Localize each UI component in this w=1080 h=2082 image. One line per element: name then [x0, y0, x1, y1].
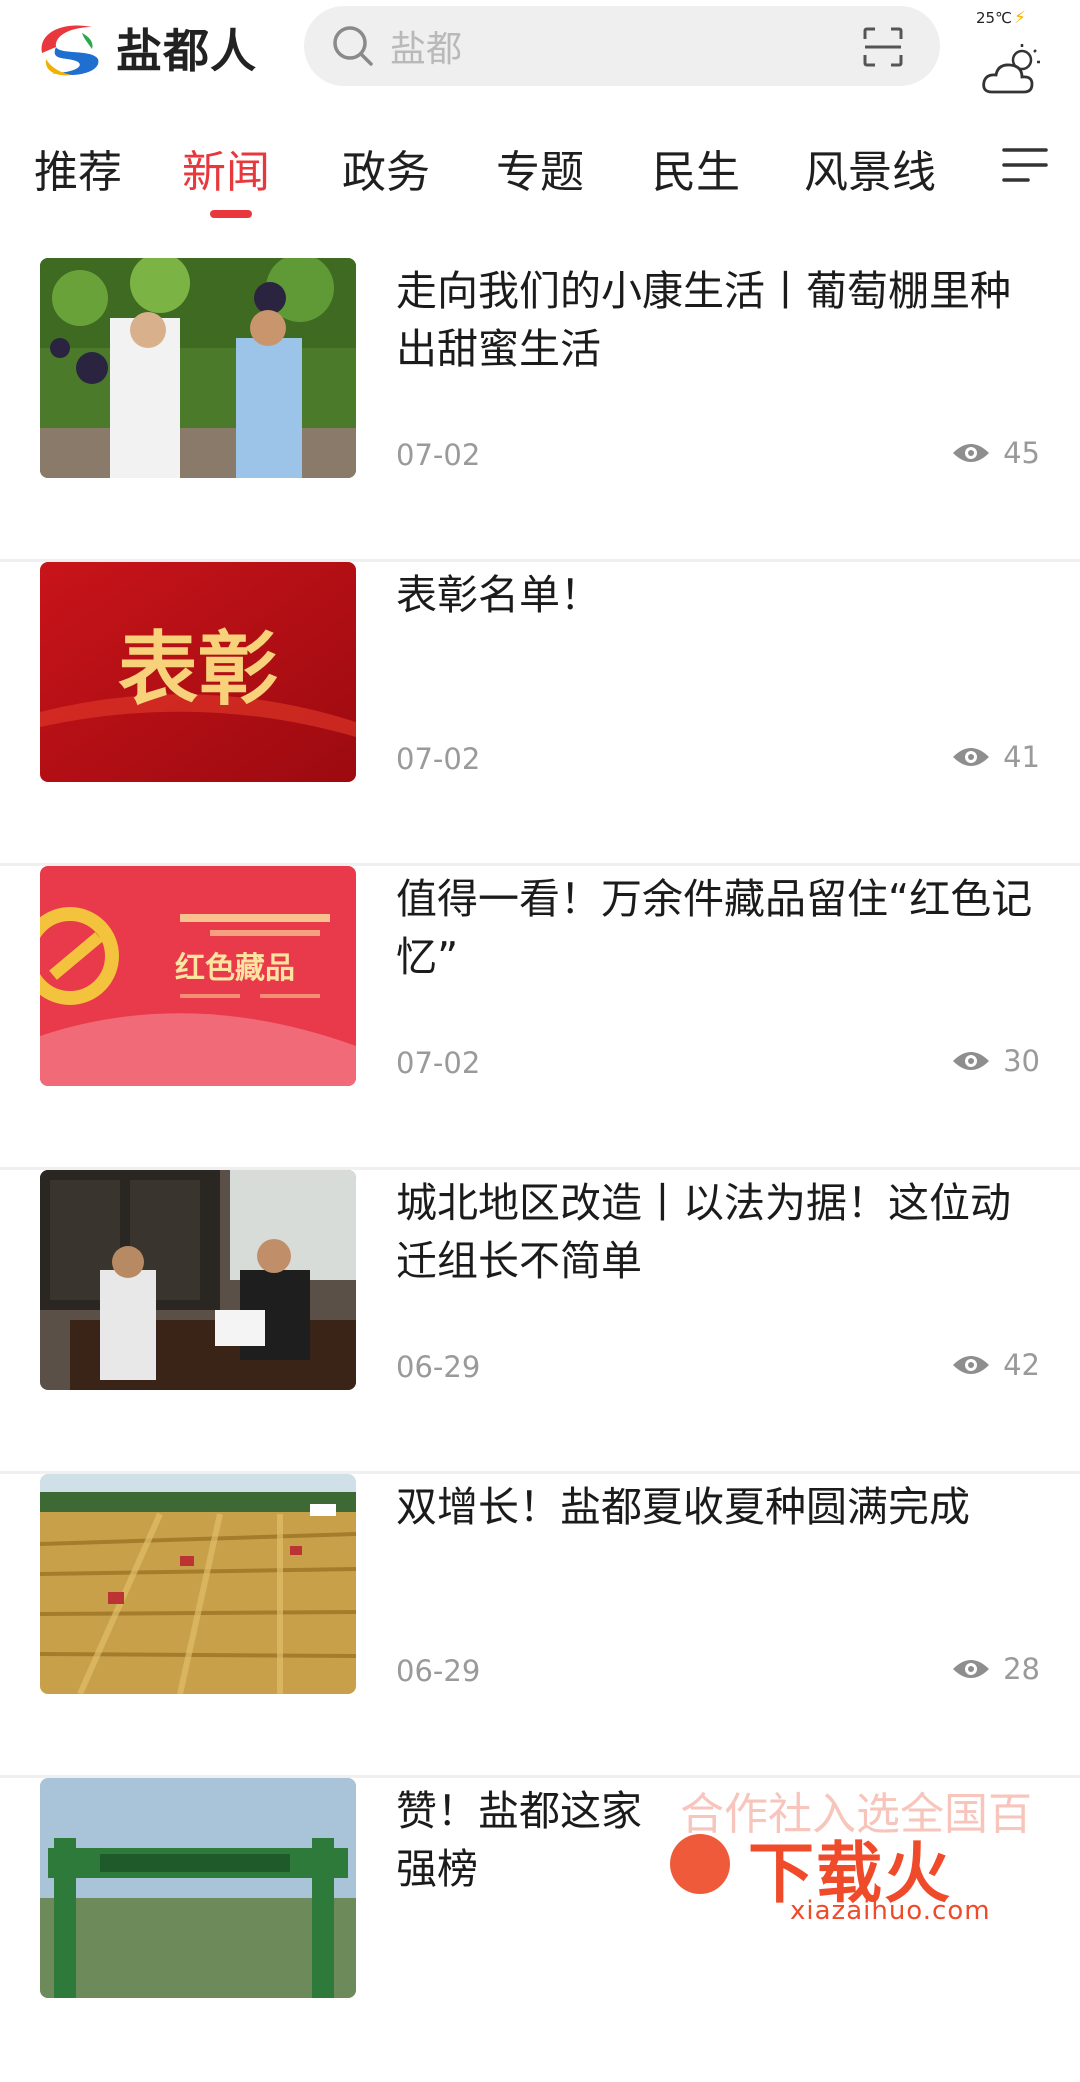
app-name: 盐都人	[116, 24, 257, 78]
app-header: 盐都人 盐都 25℃ ⚡	[0, 0, 1080, 100]
active-tab-indicator	[210, 210, 252, 218]
weather-widget[interactable]: 25℃ ⚡	[970, 4, 1070, 94]
article-item[interactable]: 双增长！盐都夏收夏种圆满完成 06-29 28	[0, 1474, 1080, 1778]
article-title: 表彰名单！	[396, 571, 601, 619]
menu-icon[interactable]	[1000, 144, 1050, 186]
article-date: 07-02	[396, 742, 481, 776]
logo-mark-icon	[41, 25, 99, 76]
temperature-value: 25℃	[976, 9, 1012, 27]
article-thumbnail: 红色藏品	[40, 866, 356, 1086]
view-count-value: 41	[1003, 740, 1040, 774]
eye-icon	[953, 748, 990, 766]
article-thumbnail	[40, 1474, 356, 1694]
article-thumbnail	[40, 258, 356, 478]
article-title: 赞！盐都这家 强榜	[396, 1787, 642, 1893]
tab-news[interactable]: 新闻	[182, 136, 270, 200]
thumbnail-text: 红色藏品	[175, 951, 295, 986]
view-count-value: 45	[1003, 436, 1040, 470]
article-thumbnail	[40, 1170, 356, 1390]
tab-scenery[interactable]: 风景线	[804, 136, 936, 200]
view-count: 28	[951, 1652, 1040, 1686]
view-count: 42	[951, 1348, 1040, 1382]
eye-icon	[953, 1052, 990, 1070]
article-list: 走向我们的小康生活丨葡萄棚里种出甜蜜生活 07-02 45 表彰 表彰名单！ 0…	[0, 258, 1080, 2082]
article-title: 值得一看！万余件藏品留住“红色记忆”	[396, 875, 1033, 981]
lightning-icon: ⚡	[1013, 8, 1026, 28]
article-date: 07-02	[396, 438, 481, 472]
app-logo[interactable]: 盐都人	[32, 8, 272, 88]
article-item[interactable]: 表彰 表彰名单！ 07-02 41	[0, 562, 1080, 866]
eye-icon	[953, 1356, 990, 1374]
article-thumbnail	[40, 1778, 356, 1998]
scan-icon[interactable]	[862, 26, 904, 68]
article-thumbnail: 表彰	[40, 562, 356, 782]
view-count: 45	[951, 436, 1040, 470]
view-count-value: 30	[1003, 1044, 1040, 1078]
view-count: 30	[951, 1044, 1040, 1078]
tab-livelihood[interactable]: 民生	[652, 136, 740, 200]
tab-topics[interactable]: 专题	[496, 136, 584, 200]
article-title: 城北地区改造丨以法为据！这位动迁组长不简单	[396, 1179, 1011, 1285]
category-tabs: 推荐 新闻 政务 专题 民生 风景线	[0, 128, 1080, 218]
tab-government[interactable]: 政务	[342, 136, 430, 200]
search-placeholder: 盐都	[390, 29, 463, 70]
article-date: 06-29	[396, 1654, 481, 1688]
thumbnail-text: 表彰	[118, 622, 278, 716]
article-item[interactable]: 红色藏品 值得一看！万余件藏品留住“红色记忆” 07-02 30	[0, 866, 1080, 1170]
view-count-value: 42	[1003, 1348, 1040, 1382]
view-count: 41	[951, 740, 1040, 774]
eye-icon	[953, 1660, 990, 1678]
search-bar[interactable]: 盐都	[304, 6, 940, 86]
article-item[interactable]: 城北地区改造丨以法为据！这位动迁组长不简单 06-29 42	[0, 1170, 1080, 1474]
search-icon	[333, 26, 373, 66]
article-item[interactable]: 走向我们的小康生活丨葡萄棚里种出甜蜜生活 07-02 45	[0, 258, 1080, 562]
article-date: 06-29	[396, 1350, 481, 1384]
tab-recommend[interactable]: 推荐	[34, 136, 122, 200]
eye-icon	[953, 444, 990, 462]
article-title: 双增长！盐都夏收夏种圆满完成	[396, 1483, 970, 1531]
partly-cloudy-icon	[982, 44, 1040, 94]
view-count-value: 28	[1003, 1652, 1040, 1686]
article-item[interactable]: 赞！盐都这家 强榜	[0, 1778, 1080, 2082]
article-title: 走向我们的小康生活丨葡萄棚里种出甜蜜生活	[396, 267, 1011, 373]
article-date: 07-02	[396, 1046, 481, 1080]
